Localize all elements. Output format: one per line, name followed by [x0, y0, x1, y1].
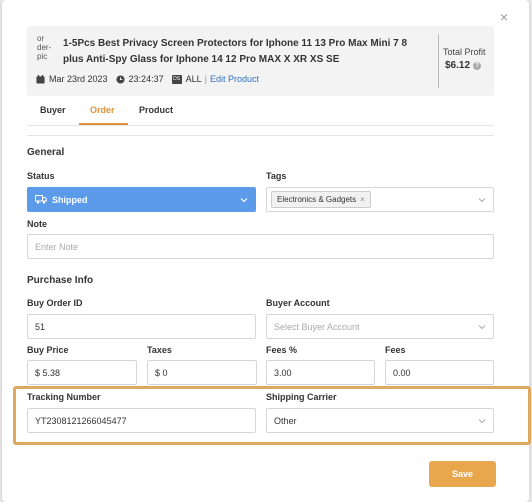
total-profit: $6.12 ?: [445, 60, 482, 71]
buy-order-id-value: 51: [35, 321, 46, 332]
tags-select[interactable]: Electronics & Gadgets ×: [266, 187, 494, 212]
buy-price-value: $ 5.38: [35, 367, 61, 378]
taxes-value: $ 0: [155, 367, 168, 378]
help-icon[interactable]: ?: [473, 61, 482, 70]
highlight-box: [13, 386, 531, 445]
fees-percent-value: 3.00: [274, 367, 292, 378]
store-name: ALL: [185, 74, 202, 84]
tab-buyer[interactable]: Buyer: [40, 105, 66, 115]
edit-product-link[interactable]: Edit Product: [210, 74, 259, 84]
chevron-down-icon: [240, 198, 248, 203]
close-icon[interactable]: ×: [498, 10, 510, 24]
fees-percent-input[interactable]: 3.00: [266, 360, 375, 385]
total-profit-label: Total Profit: [443, 47, 486, 57]
buy-order-id-label: Buy Order ID: [27, 298, 83, 308]
chevron-down-icon: [478, 325, 486, 330]
calendar-icon: [36, 74, 45, 84]
tag-chip: Electronics & Gadgets ×: [271, 191, 371, 208]
save-button[interactable]: Save: [429, 461, 496, 487]
taxes-label: Taxes: [147, 345, 172, 355]
total-profit-value: $6.12: [445, 60, 471, 71]
general-heading: General: [27, 147, 65, 158]
taxes-input[interactable]: $ 0: [147, 360, 257, 385]
chevron-down-icon: [478, 198, 486, 203]
buy-price-label: Buy Price: [27, 345, 69, 355]
buy-order-id-input[interactable]: 51: [27, 314, 256, 339]
product-header: or der-pic 1-5Pcs Best Privacy Screen Pr…: [27, 26, 494, 96]
status-select[interactable]: Shipped: [27, 187, 256, 212]
fees-percent-label: Fees %: [266, 345, 298, 355]
remove-tag-icon[interactable]: ×: [360, 195, 365, 204]
buyer-account-placeholder: Select Buyer Account: [274, 321, 360, 332]
active-tab-indicator: [79, 123, 128, 125]
clock-icon: [115, 74, 125, 84]
status-label: Status: [27, 171, 55, 181]
tab-order[interactable]: Order: [90, 105, 115, 115]
tag-label: Electronics & Gadgets: [277, 195, 357, 204]
purchase-info-heading: Purchase Info: [27, 275, 94, 286]
product-thumbnail: or der-pic: [37, 34, 52, 61]
tags-label: Tags: [266, 171, 287, 181]
note-input[interactable]: Enter Note: [27, 234, 494, 259]
header-divider: [438, 34, 439, 88]
order-meta: Mar 23rd 2023 23:24:37 DS ALL | Edit Pro…: [36, 72, 259, 86]
note-label: Note: [27, 219, 47, 229]
buyer-account-label: Buyer Account: [266, 298, 330, 308]
note-placeholder: Enter Note: [35, 241, 79, 252]
product-title: 1-5Pcs Best Privacy Screen Protectors fo…: [63, 38, 408, 65]
fees-label: Fees: [385, 345, 406, 355]
tab-bar: Buyer Order Product: [27, 98, 494, 126]
fees-value: 0.00: [393, 367, 411, 378]
order-date: Mar 23rd 2023: [49, 74, 108, 84]
buy-price-input[interactable]: $ 5.38: [27, 360, 137, 385]
order-time: 23:24:37: [128, 74, 164, 84]
divider: [27, 135, 494, 136]
tab-product[interactable]: Product: [139, 105, 173, 115]
status-value: Shipped: [52, 194, 88, 205]
fees-input[interactable]: 0.00: [385, 360, 494, 385]
store-icon: DS: [171, 74, 182, 84]
buyer-account-select[interactable]: Select Buyer Account: [266, 314, 494, 339]
truck-icon: [35, 195, 47, 204]
